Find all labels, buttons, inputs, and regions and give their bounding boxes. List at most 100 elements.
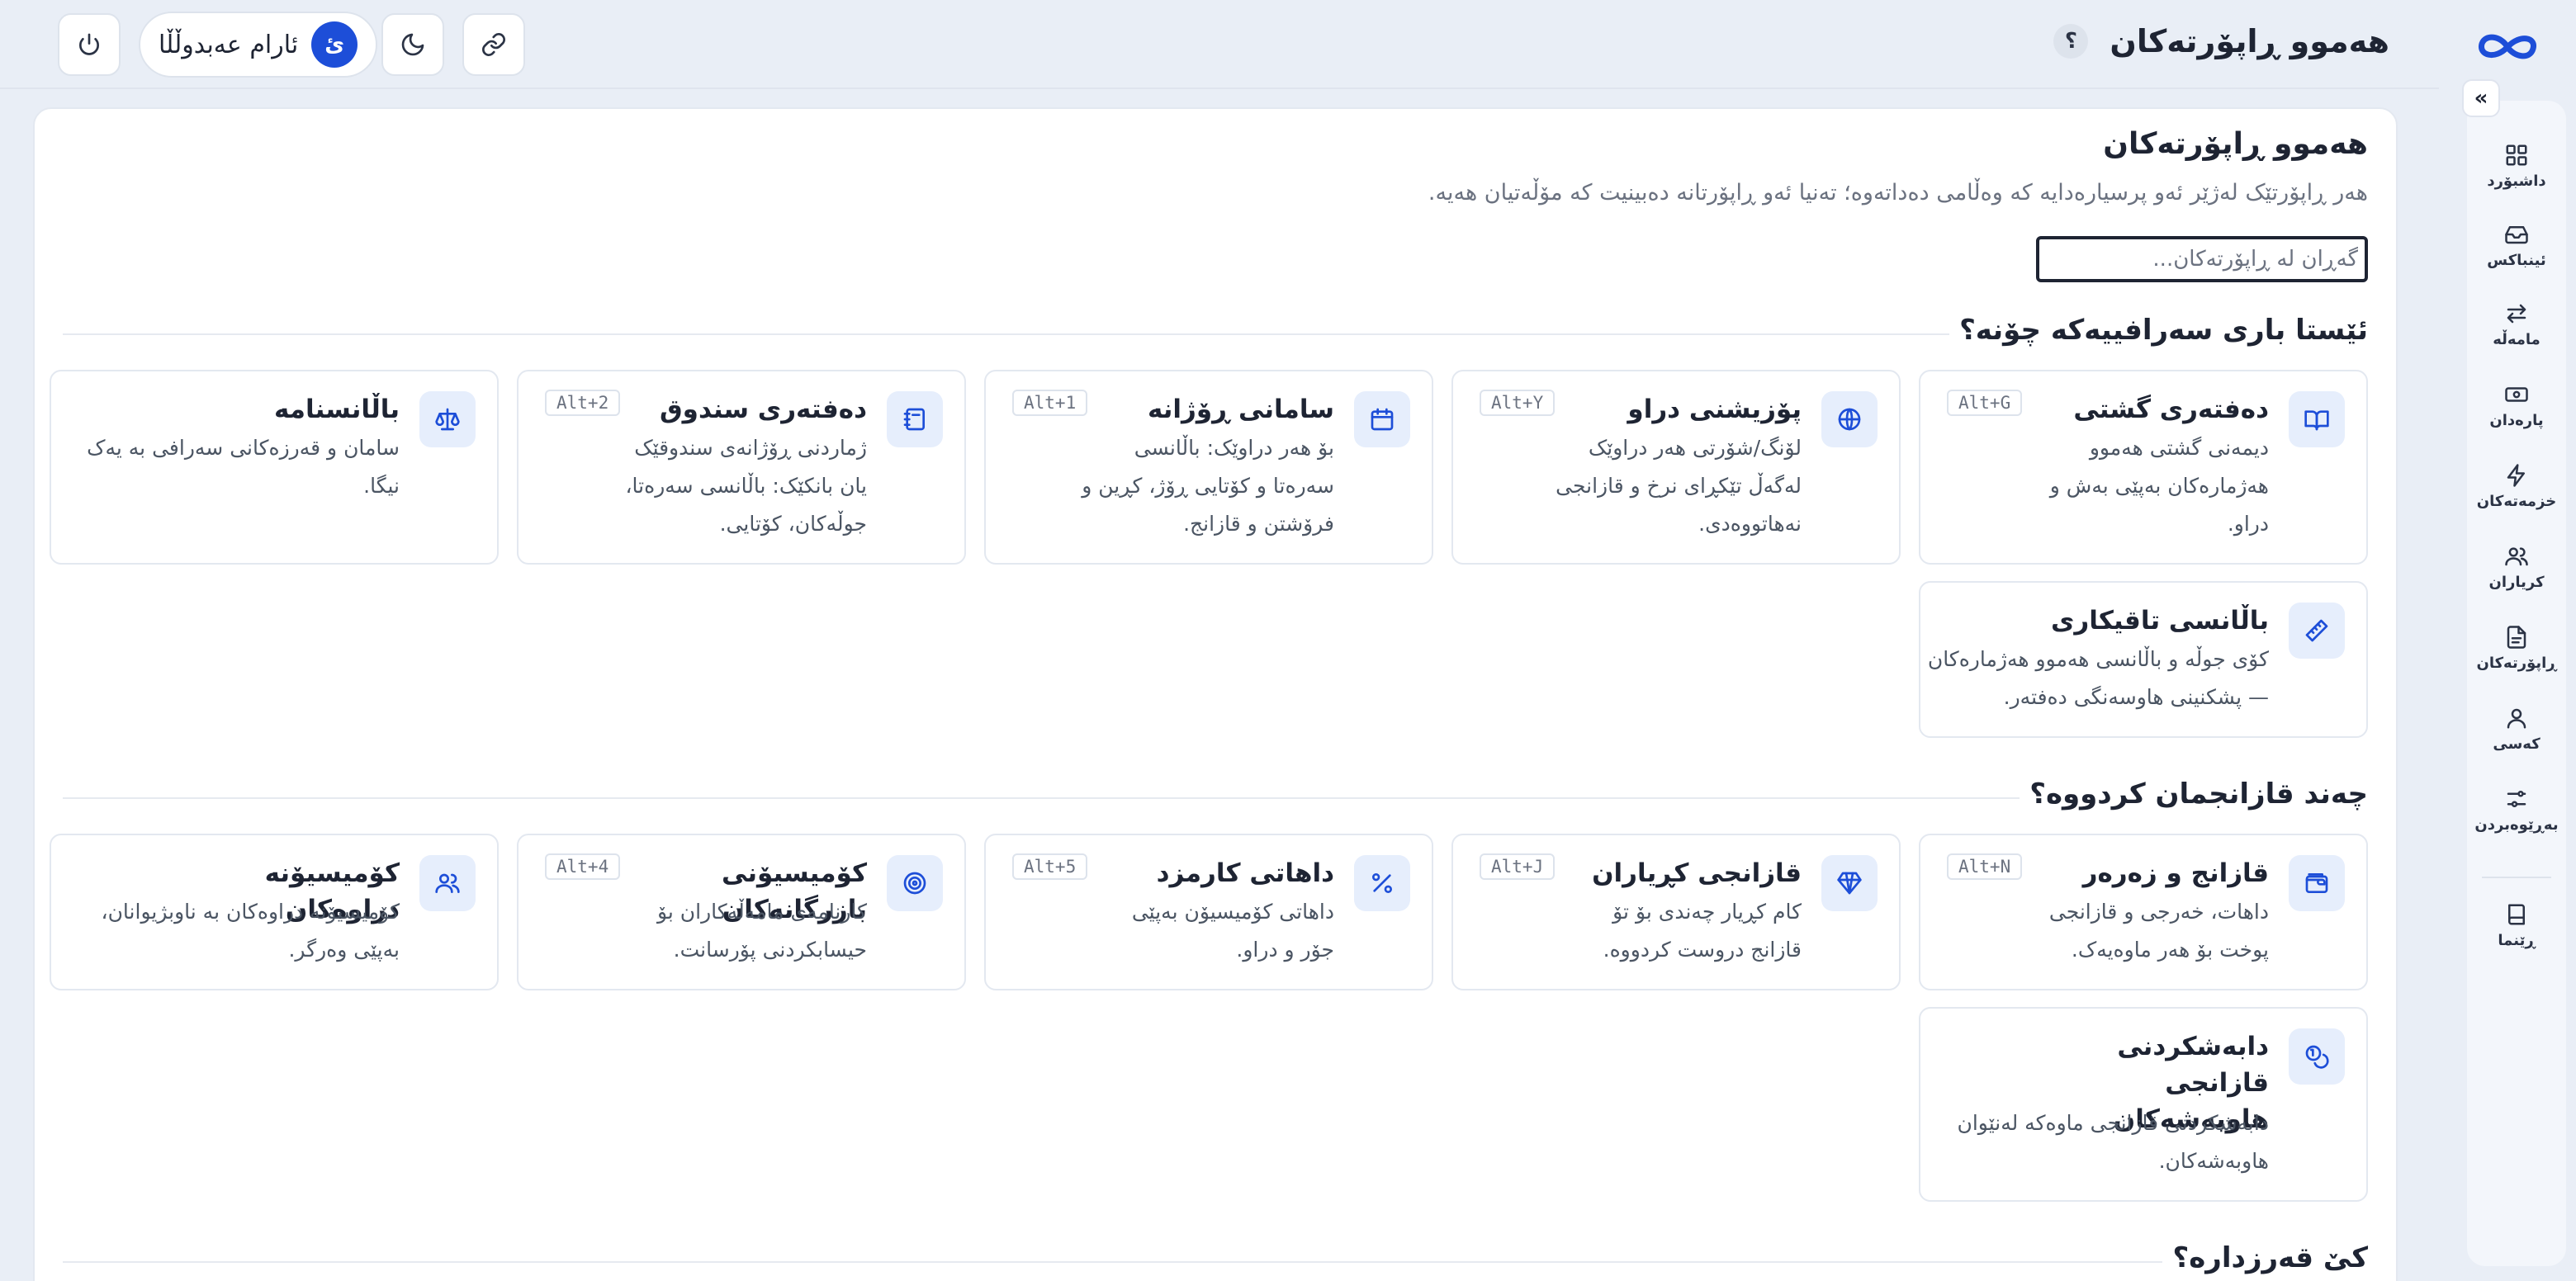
card-desc-line: هاوبەشەکان. xyxy=(2158,1149,2269,1173)
rail-item-label: خزمەتەکان xyxy=(2476,492,2557,510)
card-desc-line: کۆمیسیۆنە دراوەکان بە ناوبژیوانان، xyxy=(101,900,400,924)
logout-button[interactable] xyxy=(58,13,121,76)
rail-item-label: داشبۆرد xyxy=(2487,172,2546,190)
page-title: هەموو ڕاپۆرتەکان xyxy=(2110,23,2389,59)
report-card-daily-capital[interactable]: سامانی ڕۆژانە بۆ هەر دراوێک: باڵانسی سەر… xyxy=(984,370,1433,565)
card-icon-wrap xyxy=(1821,855,1878,911)
card-desc-line: بەپێی وەرگر. xyxy=(288,938,400,962)
card-desc-line: سەرەتا و کۆتایی ڕۆژ، کڕین و xyxy=(1082,474,1334,498)
rail-item-personal[interactable]: کەسی xyxy=(2467,697,2566,761)
card-desc-line: یان بانکێک: باڵانسی سەرەتا، xyxy=(625,474,867,498)
rail-item-admin[interactable]: بەڕێوەبردن xyxy=(2467,778,2566,842)
calendar-icon xyxy=(1371,408,1394,431)
rail-item-reports[interactable]: ڕاپۆرتەکان xyxy=(2467,616,2566,680)
card-desc-line: دراو. xyxy=(2227,512,2269,536)
rail-item-guide[interactable]: ڕێنما xyxy=(2467,893,2566,957)
card-icon-wrap xyxy=(1354,855,1410,911)
report-card-balance-sheet[interactable]: باڵانسنامە سامان و قەرزەکانی سەرافی بە ی… xyxy=(50,370,499,565)
section-title: کێ قەرزدارە؟ xyxy=(2162,1241,2368,1274)
keyboard-shortcut: Alt+1 xyxy=(1012,390,1088,416)
report-card-customer-profit[interactable]: قازانجی کڕیاران کام کڕیار چەندی بۆ تۆ قا… xyxy=(1451,834,1901,990)
card-description: کۆی جوڵە و باڵانسی هەموو هەژمارەکان — پش… xyxy=(1928,640,2269,716)
rail-item-label: ڕاپۆرتەکان xyxy=(2476,654,2557,672)
inbox-icon xyxy=(2505,225,2528,243)
cash-icon xyxy=(2505,386,2528,402)
app-logo[interactable] xyxy=(2472,25,2543,69)
card-desc-line: لۆنگ/شۆرتی هەر دراوێک xyxy=(1588,436,1802,460)
rail-item-inbox[interactable]: ئینباکس xyxy=(2467,213,2566,277)
card-icon-wrap xyxy=(419,391,476,447)
rail-item-services[interactable]: خزمەتەکان xyxy=(2467,454,2566,518)
card-description: داهات، خەرجی و قازانجی پوخت بۆ هەر ماوەی… xyxy=(2049,893,2269,969)
rail-item-payments[interactable]: پارەدان xyxy=(2467,373,2566,437)
card-desc-line: دیمەنی گشتی هەموو xyxy=(2089,436,2269,460)
page-heading: هەموو ڕاپۆرتەکان ؟ xyxy=(2053,23,2389,59)
avatar: ئ xyxy=(311,21,358,68)
theme-toggle-button[interactable] xyxy=(381,13,444,76)
rail-item-transactions[interactable]: مامەڵە xyxy=(2467,292,2566,357)
report-card-currency-position[interactable]: پۆزیشنی دراو لۆنگ/شۆرتی هەر دراوێک لەگەڵ… xyxy=(1451,370,1901,565)
keyboard-shortcut: Alt+5 xyxy=(1012,853,1088,880)
card-desc-line: بۆ هەر دراوێک: باڵانسی xyxy=(1134,436,1334,460)
card-description: لۆنگ/شۆرتی هەر دراوێک لەگەڵ تێکڕای نرخ و… xyxy=(1556,429,1802,543)
rail-item-customers[interactable]: کریاران xyxy=(2467,535,2566,599)
card-title: قازانجی کڕیاران xyxy=(1592,858,1802,888)
person-icon xyxy=(2507,708,2526,728)
card-description: دابەشکردنی قازانجی ماوەکە لەنێوان هاوبەش… xyxy=(1957,1104,2269,1180)
section-divider xyxy=(63,1261,2368,1263)
rail-item-dashboard[interactable]: داشبۆرد xyxy=(2467,134,2566,198)
user-menu[interactable]: ئ ئارام عەبدوڵڵا xyxy=(139,12,378,78)
card-icon-wrap xyxy=(419,855,476,911)
section-title: ئێستا باری سەرافییەکە چۆنە؟ xyxy=(1949,314,2368,347)
rail-item-label: کەسی xyxy=(2493,735,2540,753)
card-description: سامان و قەرزەکانی سەرافی بە یەک نیگا. xyxy=(53,429,400,505)
rail-item-label: کریاران xyxy=(2488,573,2545,591)
report-card-partner-profit-split[interactable]: دابەشکردنی قازانجی هاوبەشەکان دابەشکردنی… xyxy=(1919,1007,2368,1202)
copy-link-button[interactable] xyxy=(462,13,525,76)
card-desc-line: دابەشکردنی قازانجی ماوەکە لەنێوان xyxy=(1957,1111,2269,1135)
card-title: داهاتی کارمزد xyxy=(1156,858,1334,888)
card-desc-line: نەهاتووەدی. xyxy=(1698,512,1802,536)
report-card-profit-loss[interactable]: قازانج و زەرەر داهات، خەرجی و قازانجی پو… xyxy=(1919,834,2368,990)
keyboard-shortcut: Alt+4 xyxy=(545,853,621,880)
expand-sidebar-button[interactable]: » xyxy=(2462,79,2500,117)
report-search-input[interactable] xyxy=(2036,236,2368,282)
report-card-fee-income[interactable]: داهاتی کارمزد داهاتی کۆمیسیۆن بەپێی جۆر … xyxy=(984,834,1433,990)
help-button[interactable]: ؟ xyxy=(2053,24,2089,59)
report-card-trader-commission[interactable]: کۆمیسیۆنی بازرگانەکان کارنامەی مامەڵەکار… xyxy=(517,834,966,990)
card-desc-line: حیسابکردنی پۆرسانت. xyxy=(673,938,867,962)
book-open-icon xyxy=(2304,410,2329,431)
card-icon-wrap xyxy=(1354,391,1410,447)
rail-divider xyxy=(2482,877,2551,878)
keyboard-shortcut: Alt+G xyxy=(1947,390,2023,416)
reports-panel: هەموو ڕاپۆرتەکان هەر ڕاپۆرتێک لەژێر ئەو … xyxy=(33,107,2398,1281)
rail-item-label: پارەدان xyxy=(2489,411,2544,429)
card-title: باڵانسنامە xyxy=(273,395,400,424)
card-desc-line: داهات، خەرجی و قازانجی xyxy=(2048,900,2269,924)
report-card-general-ledger[interactable]: دەفتەری گشتی دیمەنی گشتی هەموو هەژمارەکا… xyxy=(1919,370,2368,565)
keyboard-shortcut: Alt+2 xyxy=(545,390,621,416)
reports-content: هەموو ڕاپۆرتەکان هەر ڕاپۆرتێک لەژێر ئەو … xyxy=(50,109,2368,1281)
card-icon-wrap xyxy=(1821,391,1878,447)
report-card-cash-book[interactable]: دەفتەری سندوق ژماردنی ڕۆژانەی سندوقێک یا… xyxy=(517,370,966,565)
card-desc-line: سامان و قەرزەکانی سەرافی بە یەک نیگا. xyxy=(87,436,400,498)
report-card-trial-balance[interactable]: باڵانسی تاقیکاری کۆی جوڵە و باڵانسی هەمو… xyxy=(1919,581,2368,738)
card-title: سامانی ڕۆژانە xyxy=(1147,395,1334,424)
report-card-paid-commissions[interactable]: کۆمیسیۆنە دراوەکان کۆمیسیۆنە دراوەکان بە… xyxy=(50,834,499,990)
card-description: ژماردنی ڕۆژانەی سندوقێک یان بانکێک: باڵا… xyxy=(625,429,867,543)
card-icon-wrap xyxy=(2289,603,2345,659)
card-description: بۆ هەر دراوێک: باڵانسی سەرەتا و کۆتایی ڕ… xyxy=(1082,429,1334,543)
wallet-icon xyxy=(2305,873,2328,893)
card-desc-line: داهاتی کۆمیسیۆن بەپێی xyxy=(1131,900,1334,924)
card-title: قازانج و زەرەر xyxy=(2082,858,2269,888)
top-bar: هەموو ڕاپۆرتەکان ؟ ئ ئارام عەبدوڵڵا xyxy=(0,0,2439,89)
ruler-icon xyxy=(2305,619,2328,642)
keyboard-shortcut: Alt+N xyxy=(1947,853,2023,880)
card-icon-wrap xyxy=(2289,855,2345,911)
app-root: » داشبۆرد ئینباکس مامەڵە پارەدان خزمەتەک… xyxy=(0,0,2576,1281)
card-desc-line: فرۆشتن و قازانج. xyxy=(1183,512,1334,536)
card-desc-line: جۆر و دراو. xyxy=(1236,938,1334,962)
moon-icon xyxy=(401,33,424,56)
card-desc-line: کارنامەی مامەڵەکاران بۆ xyxy=(656,900,867,924)
user-name: ئارام عەبدوڵڵا xyxy=(159,30,299,59)
